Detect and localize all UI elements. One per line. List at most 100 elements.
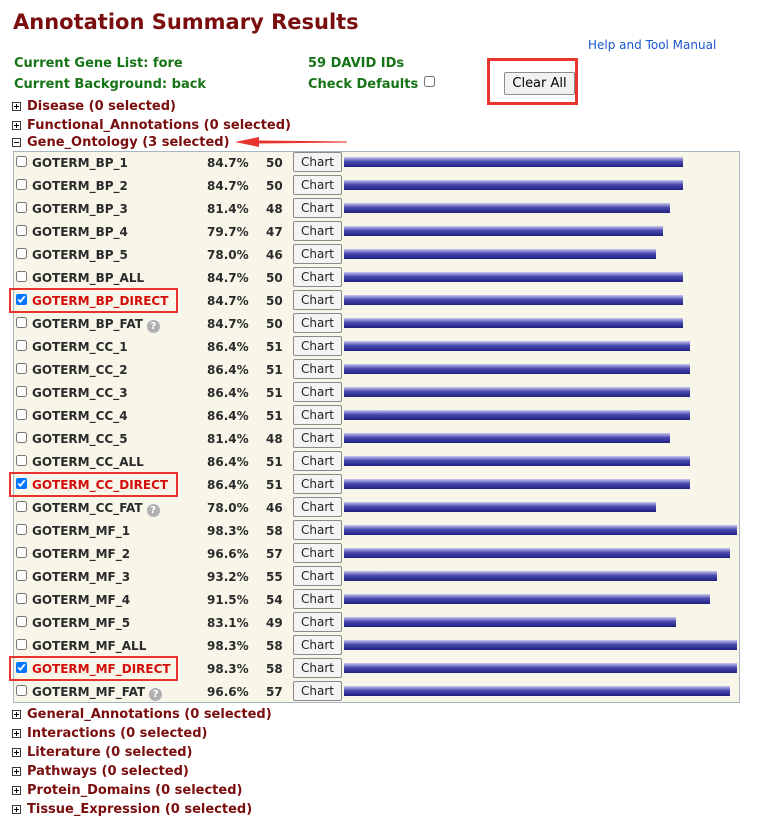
- chart-button[interactable]: Chart: [293, 382, 342, 402]
- chart-button[interactable]: Chart: [293, 313, 342, 333]
- chart-button[interactable]: Chart: [293, 267, 342, 287]
- category-label[interactable]: Tissue_Expression (0 selected): [27, 802, 252, 817]
- go-term-name-text: GOTERM_CC_4: [32, 409, 128, 423]
- go-term-count: 57: [266, 685, 283, 699]
- go-term-row: GOTERM_CC_2 86.4% 51 Chart: [14, 358, 739, 381]
- go-term-checkbox[interactable]: [16, 179, 27, 190]
- go-term-checkbox[interactable]: [16, 570, 27, 581]
- expand-icon[interactable]: [12, 805, 21, 814]
- chart-button[interactable]: Chart: [293, 244, 342, 264]
- coverage-bar: [344, 272, 683, 282]
- category-label[interactable]: General_Annotations (0 selected): [27, 707, 272, 722]
- category-general-annotations[interactable]: General_Annotations (0 selected): [12, 706, 272, 723]
- go-term-checkbox[interactable]: [16, 639, 27, 650]
- go-term-checkbox[interactable]: [16, 501, 27, 512]
- chart-button[interactable]: Chart: [293, 405, 342, 425]
- category-label[interactable]: Disease (0 selected): [27, 99, 176, 114]
- go-term-name: GOTERM_MF_1: [32, 524, 130, 538]
- category-label[interactable]: Gene_Ontology (3 selected): [27, 135, 230, 150]
- chart-button[interactable]: Chart: [293, 198, 342, 218]
- help-icon[interactable]: ?: [149, 688, 163, 701]
- chart-button[interactable]: Chart: [293, 175, 342, 195]
- go-term-checkbox[interactable]: [16, 202, 27, 213]
- go-term-checkbox[interactable]: [16, 432, 27, 443]
- go-term-checkbox[interactable]: [16, 225, 27, 236]
- chart-button[interactable]: Chart: [293, 152, 342, 172]
- chart-button[interactable]: Chart: [293, 635, 342, 655]
- go-term-count: 46: [266, 501, 283, 515]
- go-term-checkbox[interactable]: [16, 593, 27, 604]
- go-term-checkbox[interactable]: [16, 685, 27, 696]
- go-term-name-text: GOTERM_MF_5: [32, 616, 131, 630]
- go-term-checkbox[interactable]: [16, 363, 27, 374]
- chart-button[interactable]: Chart: [293, 359, 342, 379]
- category-label[interactable]: Protein_Domains (0 selected): [27, 783, 242, 798]
- go-term-row: GOTERM_MF_ALL 98.3% 58 Chart: [14, 634, 739, 657]
- category-literature[interactable]: Literature (0 selected): [12, 744, 193, 761]
- go-term-checkbox[interactable]: [16, 317, 27, 328]
- go-term-percent: 83.1%: [207, 616, 249, 630]
- expand-icon[interactable]: [12, 729, 21, 738]
- chart-button[interactable]: Chart: [293, 520, 342, 540]
- chart-button[interactable]: Chart: [293, 497, 342, 517]
- go-term-name: GOTERM_BP_4: [32, 225, 128, 239]
- chart-button[interactable]: Chart: [293, 221, 342, 241]
- chart-button[interactable]: Chart: [293, 566, 342, 586]
- expand-icon[interactable]: [12, 786, 21, 795]
- go-term-checkbox[interactable]: [16, 386, 27, 397]
- chart-button[interactable]: Chart: [293, 543, 342, 563]
- expand-icon[interactable]: [12, 767, 21, 776]
- category-pathways[interactable]: Pathways (0 selected): [12, 763, 189, 780]
- go-term-row: GOTERM_BP_2 84.7% 50 Chart: [14, 174, 739, 197]
- go-term-checkbox[interactable]: [16, 547, 27, 558]
- go-term-percent: 86.4%: [207, 455, 249, 469]
- chart-button[interactable]: Chart: [293, 290, 342, 310]
- category-interactions[interactable]: Interactions (0 selected): [12, 725, 207, 742]
- expand-icon[interactable]: [12, 748, 21, 757]
- go-term-percent: 96.6%: [207, 547, 249, 561]
- chart-button[interactable]: Chart: [293, 451, 342, 471]
- category-disease[interactable]: Disease (0 selected): [12, 98, 176, 115]
- go-term-name: GOTERM_BP_3: [32, 202, 128, 216]
- go-term-checkbox[interactable]: [16, 455, 27, 466]
- collapse-icon[interactable]: [12, 138, 21, 147]
- category-label[interactable]: Interactions (0 selected): [27, 726, 207, 741]
- help-icon[interactable]: ?: [146, 320, 160, 333]
- expand-icon[interactable]: [12, 121, 21, 130]
- category-functional-annotations[interactable]: Functional_Annotations (0 selected): [12, 117, 291, 134]
- go-term-name-text: GOTERM_MF_4: [32, 593, 131, 607]
- current-gene-list: Current Gene List: fore: [14, 56, 183, 71]
- chart-button[interactable]: Chart: [293, 474, 342, 494]
- category-gene-ontology[interactable]: Gene_Ontology (3 selected): [12, 134, 230, 151]
- coverage-bar: [344, 249, 656, 259]
- clear-all-button[interactable]: Clear All: [504, 72, 575, 95]
- chart-button[interactable]: Chart: [293, 589, 342, 609]
- coverage-bar: [344, 594, 710, 604]
- category-protein-domains[interactable]: Protein_Domains (0 selected): [12, 782, 242, 799]
- help-manual-link[interactable]: Help and Tool Manual: [588, 38, 716, 52]
- go-term-checkbox[interactable]: [16, 409, 27, 420]
- chart-button[interactable]: Chart: [293, 336, 342, 356]
- category-label[interactable]: Functional_Annotations (0 selected): [27, 118, 291, 133]
- go-term-checkbox[interactable]: [16, 156, 27, 167]
- coverage-bar: [344, 548, 730, 558]
- go-term-count: 51: [266, 363, 283, 377]
- category-tissue-expression[interactable]: Tissue_Expression (0 selected): [12, 801, 252, 818]
- go-term-checkbox[interactable]: [16, 340, 27, 351]
- go-term-percent: 86.4%: [207, 409, 249, 423]
- go-term-checkbox[interactable]: [16, 248, 27, 259]
- coverage-bar: [344, 387, 690, 397]
- go-term-checkbox[interactable]: [16, 616, 27, 627]
- chart-button[interactable]: Chart: [293, 681, 342, 701]
- check-defaults-checkbox[interactable]: [424, 76, 435, 87]
- chart-button[interactable]: Chart: [293, 658, 342, 678]
- category-label[interactable]: Literature (0 selected): [27, 745, 193, 760]
- expand-icon[interactable]: [12, 710, 21, 719]
- go-term-checkbox[interactable]: [16, 271, 27, 282]
- chart-button[interactable]: Chart: [293, 612, 342, 632]
- chart-button[interactable]: Chart: [293, 428, 342, 448]
- go-term-checkbox[interactable]: [16, 524, 27, 535]
- expand-icon[interactable]: [12, 102, 21, 111]
- help-icon[interactable]: ?: [146, 504, 160, 517]
- category-label[interactable]: Pathways (0 selected): [27, 764, 189, 779]
